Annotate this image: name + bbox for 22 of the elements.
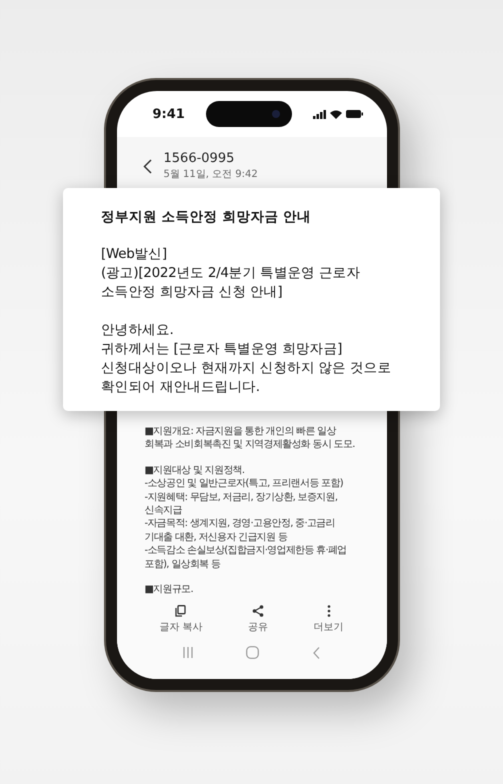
popup-title: 정부지원 소득안정 희망자금 안내 bbox=[101, 208, 312, 226]
popup-paragraph: 안녕하세요. 귀하께서는 [근로자 특별운영 희망자금] 신청대상이오나 현재까지 신청하지 않은 것으로 확인되어 재안내드립니다. bbox=[101, 321, 392, 397]
popup-paragraph: [Web발신] (광고)[2022년도 2/4분기 특별운영 근로자 소득안정 희망자금 신청 안내] bbox=[101, 245, 361, 302]
toolbar-button[interactable]: 글자 복사 bbox=[153, 603, 208, 636]
home-icon[interactable] bbox=[246, 646, 260, 659]
share-icon bbox=[252, 605, 264, 617]
message-paragraph: ■지원개요: 자금지원을 통한 개인의 빠른 일상 회복과 소비회복촉진 및 지역경제활성화 동시 도모. bbox=[144, 425, 356, 452]
message-date: 5월 11일, 오전 9:42 bbox=[164, 168, 258, 181]
signal-icon bbox=[312, 110, 326, 118]
back-icon[interactable] bbox=[142, 158, 152, 174]
toolbar-button[interactable]: 더보기 bbox=[308, 603, 350, 636]
more-icon bbox=[326, 605, 331, 617]
copy-icon bbox=[175, 605, 186, 617]
toolbar-button[interactable]: 공유 bbox=[242, 603, 274, 636]
message-paragraph: ■지원대상 및 지원정책. -소상공인 및 일반근로자(특고, 프리랜서등 포함) -지원혜택: 무담보, 저금리, 장기상환, 보증지원, 신속지급 -자금목적: 생계지원, 경영·고용안정, 중·고금리 기대출 대환, 저신용자 긴급지원 등 -소득감소 손실보상(집합금지·영업제한등 휴·폐업 포함), 일상회복 등 bbox=[144, 464, 348, 572]
sender-number: 1566-0995 bbox=[164, 151, 236, 166]
status-time: 9:41 bbox=[152, 106, 185, 122]
camera-notch-icon bbox=[206, 101, 292, 127]
message-paragraph: ■지원규모. bbox=[144, 583, 194, 596]
battery-icon bbox=[346, 110, 362, 118]
recent-apps-icon[interactable] bbox=[183, 647, 194, 658]
wifi-icon bbox=[330, 110, 342, 118]
